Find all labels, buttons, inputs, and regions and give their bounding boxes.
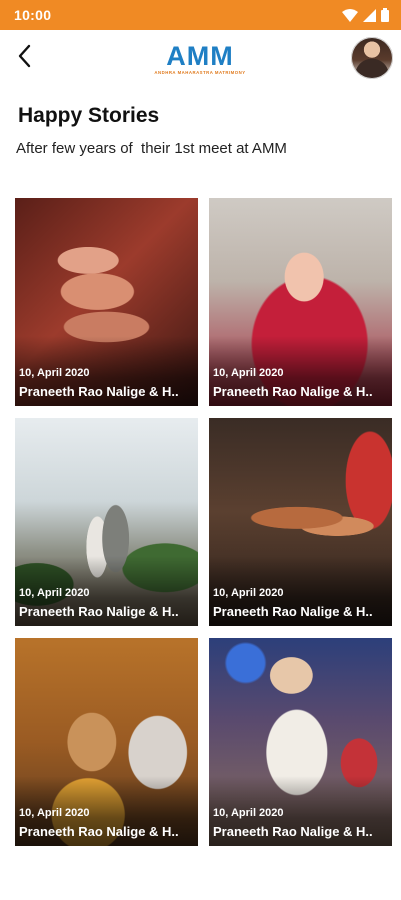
story-names: Praneeth Rao Nalige & H.. <box>19 824 179 839</box>
logo-text: AMM <box>166 41 234 71</box>
story-date: 10, April 2020 <box>19 807 90 819</box>
story-date: 10, April 2020 <box>19 367 90 379</box>
story-card[interactable]: 10, April 2020 Praneeth Rao Nalige & H.. <box>209 198 392 406</box>
logo-tagline: ANDHRA MAHARASTRA MATRIMONY <box>154 70 246 75</box>
story-date: 10, April 2020 <box>19 587 90 599</box>
story-card[interactable]: 10, April 2020 Praneeth Rao Nalige & H.. <box>15 198 198 406</box>
chevron-left-icon <box>17 44 31 73</box>
story-card[interactable]: 10, April 2020 Praneeth Rao Nalige & H.. <box>209 418 392 626</box>
story-date: 10, April 2020 <box>213 807 284 819</box>
status-icons <box>342 8 389 22</box>
story-date: 10, April 2020 <box>213 367 284 379</box>
battery-icon <box>381 8 389 22</box>
story-names: Praneeth Rao Nalige & H.. <box>213 384 373 399</box>
page-title: Happy Stories <box>18 104 160 127</box>
app-header: AMM ANDHRA MAHARASTRA MATRIMONY <box>0 30 401 90</box>
story-names: Praneeth Rao Nalige & H.. <box>19 604 179 619</box>
story-names: Praneeth Rao Nalige & H.. <box>213 824 373 839</box>
story-card[interactable]: 10, April 2020 Praneeth Rao Nalige & H.. <box>15 418 198 626</box>
wifi-icon <box>342 8 358 22</box>
story-date: 10, April 2020 <box>213 587 284 599</box>
signal-icon <box>363 8 376 22</box>
back-button[interactable] <box>8 42 40 74</box>
story-names: Praneeth Rao Nalige & H.. <box>19 384 179 399</box>
page-subtitle: After few years of their 1st meet at AMM <box>16 140 287 157</box>
story-card[interactable]: 10, April 2020 Praneeth Rao Nalige & H.. <box>209 638 392 846</box>
status-bar: 10:00 <box>0 0 401 30</box>
status-time: 10:00 <box>14 7 52 23</box>
user-avatar[interactable] <box>351 37 393 79</box>
story-names: Praneeth Rao Nalige & H.. <box>213 604 373 619</box>
story-card[interactable]: 10, April 2020 Praneeth Rao Nalige & H.. <box>15 638 198 846</box>
amm-logo: AMM ANDHRA MAHARASTRA MATRIMONY <box>150 42 250 82</box>
